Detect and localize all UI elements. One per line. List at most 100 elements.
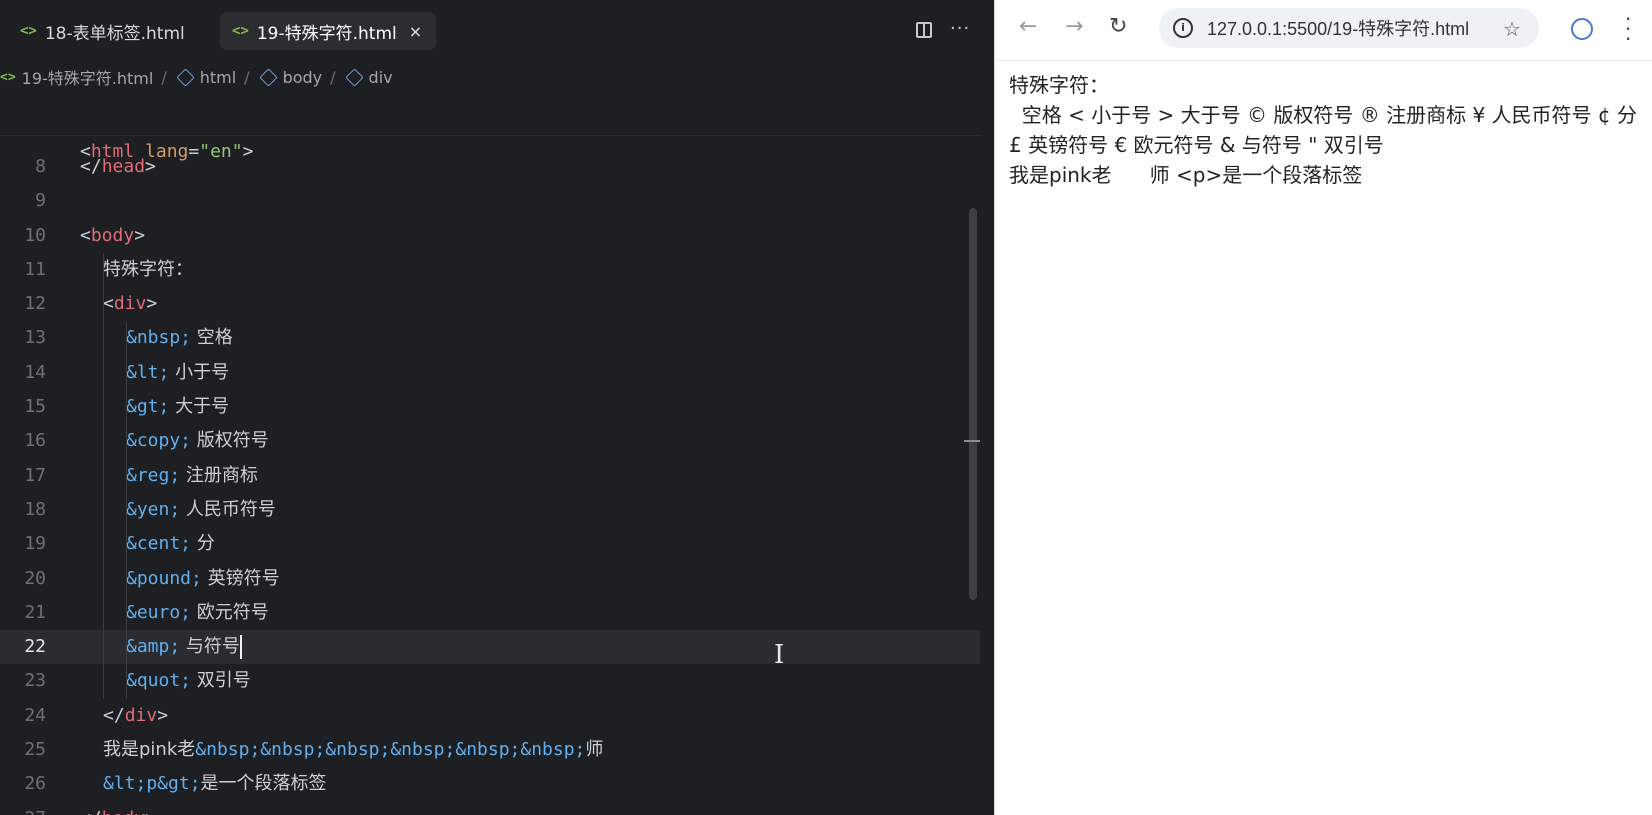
code-line-10[interactable]: 10 <body> — [0, 219, 980, 253]
line-text: &gt; 大于号 — [126, 396, 230, 418]
code-line-11[interactable]: 11 特殊字符： — [0, 253, 980, 287]
html-file-icon: <> — [232, 23, 249, 39]
page-content: 特殊字符： 空格 < 小于号 > 大于号 © 版权符号 ® 注册商标 ¥ 人民币… — [1009, 70, 1649, 190]
tab-label: 18-表单标签.html — [44, 23, 185, 44]
line-number: 16 — [24, 430, 46, 452]
code-line-13[interactable]: 13 &nbsp; 空格 — [0, 321, 980, 355]
line-text: &lt;p&gt;是一个段落标签 — [103, 773, 327, 795]
line-number: 25 — [24, 739, 46, 761]
editor-tab-bar: <> 18-表单标签.html <> 19-特殊字符.html × ··· — [0, 0, 994, 60]
line-number: 14 — [24, 361, 46, 383]
code-line-26[interactable]: 26 &lt;p&gt;是一个段落标签 — [0, 767, 980, 801]
code-line-25[interactable]: 25 我是pink老&nbsp;&nbsp;&nbsp;&nbsp;&nbsp;&… — [0, 733, 980, 767]
sticky-scroll-line[interactable]: <html lang="en"> — [0, 101, 980, 162]
breadcrumb-separator: / — [244, 67, 250, 87]
line-text: <body> — [80, 224, 146, 246]
line-text: 我是pink老&nbsp;&nbsp;&nbsp;&nbsp;&nbsp;&nb… — [103, 739, 604, 761]
line-text: &nbsp; 空格 — [126, 327, 233, 349]
line-text: &cent; 分 — [126, 533, 215, 555]
line-number: 20 — [24, 567, 46, 589]
code-line-12[interactable]: 12 <div> — [0, 287, 980, 321]
code-line-15[interactable]: 15 &gt; 大于号 — [0, 390, 980, 424]
site-info-icon[interactable]: i — [1173, 18, 1193, 38]
browser-toolbar: ← → ↻ i 127.0.0.1:5500/19-特殊字符.html ☆ · ·… — [995, 0, 1652, 61]
tab-label: 19-特殊字符.html — [256, 23, 397, 44]
sticky-line-text: <html lang="en"> — [80, 141, 254, 163]
line-text: &quot; 双引号 — [126, 670, 251, 692]
code-line-9[interactable]: 9 — [0, 184, 980, 218]
line-text: &yen; 人民币符号 — [126, 498, 276, 520]
split-editor-icon[interactable] — [916, 22, 932, 38]
code-line-22[interactable]: 22 &amp; 与符号 — [0, 630, 980, 665]
address-bar[interactable]: i 127.0.0.1:5500/19-特殊字符.html — [1159, 8, 1539, 48]
text-cursor-icon: I — [774, 640, 785, 670]
line-number: 26 — [24, 773, 46, 795]
tab-18-form-tags[interactable]: <> 18-表单标签.html — [14, 12, 191, 50]
element-icon — [344, 67, 364, 87]
line-number: 21 — [24, 601, 46, 623]
code-line-21[interactable]: 21 &euro; 欧元符号 — [0, 596, 980, 630]
code-line-24[interactable]: 24 </div> — [0, 699, 980, 733]
element-icon — [258, 67, 278, 87]
line-number: 17 — [24, 464, 46, 486]
line-number: 12 — [24, 293, 46, 315]
code-line-27[interactable]: 27 </body> — [0, 802, 980, 815]
line-text: &reg; 注册商标 — [126, 464, 258, 486]
indent-guide — [126, 321, 127, 699]
line-number: 27 — [0, 802, 46, 815]
line-text: &amp; 与符号 — [126, 635, 242, 660]
line-number: 11 — [24, 258, 46, 280]
content-pink-line: 我是pink老 师 <p>是一个段落标签 — [1009, 163, 1363, 187]
line-number: 19 — [24, 533, 46, 555]
line-text: &lt; 小于号 — [126, 361, 230, 383]
reload-icon[interactable]: ↻ — [1109, 14, 1127, 39]
forward-icon[interactable]: → — [1065, 14, 1083, 39]
code-line-17[interactable]: 17 &reg; 注册商标 — [0, 459, 980, 493]
content-heading: 特殊字符： — [1009, 73, 1109, 97]
more-actions-icon[interactable]: ··· — [950, 18, 970, 39]
line-text: &copy; 版权符号 — [126, 430, 269, 452]
code-line-14[interactable]: 14 &lt; 小于号 — [0, 356, 980, 390]
breadcrumb-body[interactable]: body — [283, 68, 323, 87]
code-line-16[interactable]: 16 &copy; 版权符号 — [0, 424, 980, 458]
back-icon[interactable]: ← — [1019, 14, 1037, 39]
line-text: </div> — [103, 704, 169, 726]
code-lines[interactable]: 8 </head> 9 10 <body> 11 特殊字符： 12 <div> 13 &nbsp; … — [0, 150, 980, 815]
breadcrumb-file[interactable]: 19-特殊字符.html — [22, 65, 154, 89]
line-text: <div> — [103, 293, 158, 315]
line-text: 特殊字符： — [103, 258, 193, 280]
close-tab-icon[interactable]: × — [409, 22, 422, 41]
profile-icon[interactable] — [1571, 18, 1593, 40]
code-editor[interactable]: <> 18-表单标签.html <> 19-特殊字符.html × ··· <>… — [0, 0, 994, 815]
line-text: </body> — [80, 802, 156, 815]
tab-19-special-chars[interactable]: <> 19-特殊字符.html × — [220, 12, 436, 50]
line-text: &euro; 欧元符号 — [126, 601, 269, 623]
element-icon — [176, 67, 195, 87]
bookmark-star-icon[interactable]: ☆ — [1503, 17, 1521, 41]
code-line-23[interactable]: 23 &quot; 双引号 — [0, 664, 980, 698]
url-text[interactable]: 127.0.0.1:5500/19-特殊字符.html — [1207, 15, 1469, 41]
breadcrumb: <> 19-特殊字符.html / html / body / div — [0, 64, 393, 90]
line-number: 22 — [24, 636, 46, 658]
line-number: 24 — [24, 704, 46, 726]
browser-menu-icon[interactable]: · · · — [1625, 9, 1631, 49]
editor-scrollbar[interactable] — [969, 208, 977, 600]
html-file-icon: <> — [0, 69, 16, 85]
code-line-18[interactable]: 18 &yen; 人民币符号 — [0, 493, 980, 527]
breadcrumb-html[interactable]: html — [200, 68, 236, 87]
browser-window: ← → ↻ i 127.0.0.1:5500/19-特殊字符.html ☆ · ·… — [994, 0, 1652, 815]
breadcrumb-separator: / — [161, 67, 167, 87]
text-caret — [239, 635, 242, 660]
line-text: &pound; 英镑符号 — [126, 567, 280, 589]
line-number: 10 — [24, 224, 46, 246]
breadcrumb-div[interactable]: div — [369, 68, 393, 87]
line-number: 18 — [24, 498, 46, 520]
html-file-icon: <> — [20, 23, 37, 39]
line-number: 23 — [24, 670, 46, 692]
content-special-chars: 空格 < 小于号 > 大于号 © 版权符号 ® 注册商标 ¥ 人民币符号 ¢ 分… — [1009, 103, 1644, 157]
line-number: 15 — [24, 396, 46, 418]
line-number: 13 — [24, 327, 46, 349]
breadcrumb-separator: / — [330, 67, 336, 87]
code-line-19[interactable]: 19 &cent; 分 — [0, 527, 980, 561]
code-line-20[interactable]: 20 &pound; 英镑符号 — [0, 562, 980, 596]
